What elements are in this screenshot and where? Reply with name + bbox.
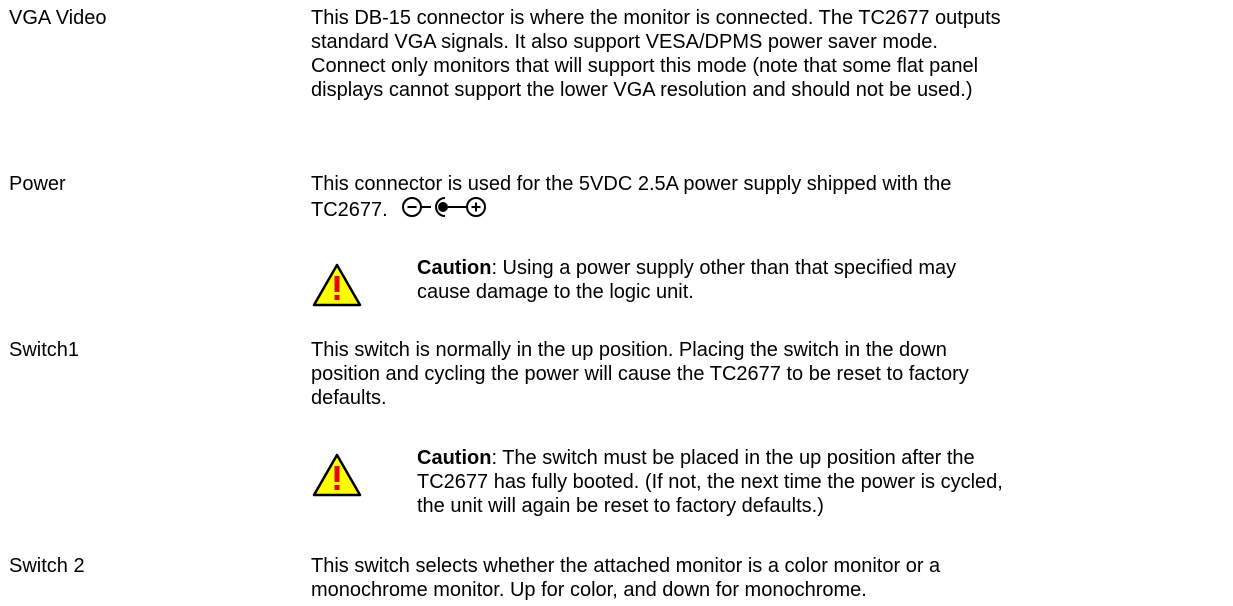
caution-note-switch1: Caution: The switch must be placed in th…: [311, 446, 1211, 518]
document-page: VGA Video This DB-15 connector is where …: [0, 0, 1233, 606]
term-power: Power: [9, 173, 66, 195]
center-positive-polarity-icon: [401, 197, 486, 217]
description-switch-2: This switch selects whether the attached…: [311, 555, 941, 601]
caution-label-power: Caution: [417, 257, 492, 279]
warning-triangle-icon: [312, 263, 362, 307]
description-switch1: This switch is normally in the up positi…: [311, 339, 969, 409]
term-switch-2: Switch 2: [9, 555, 85, 577]
caution-note-power: Caution: Using a power supply other than…: [311, 256, 1211, 328]
caution-body-switch1: : The switch must be placed in the up po…: [417, 447, 1003, 517]
description-power: This connector is used for the 5VDC 2.5A…: [311, 172, 1001, 222]
caution-body-power: : Using a power supply other than that s…: [417, 257, 957, 303]
caution-text-switch1: Caution: The switch must be placed in th…: [417, 446, 1013, 518]
term-switch1: Switch1: [9, 339, 80, 361]
warning-triangle-icon: [312, 453, 362, 497]
description-vga-video: This DB-15 connector is where the monito…: [311, 7, 1001, 101]
caution-label-switch1: Caution: [417, 447, 492, 469]
term-vga-video: VGA Video: [9, 7, 107, 29]
caution-text-power: Caution: Using a power supply other than…: [417, 256, 1013, 304]
